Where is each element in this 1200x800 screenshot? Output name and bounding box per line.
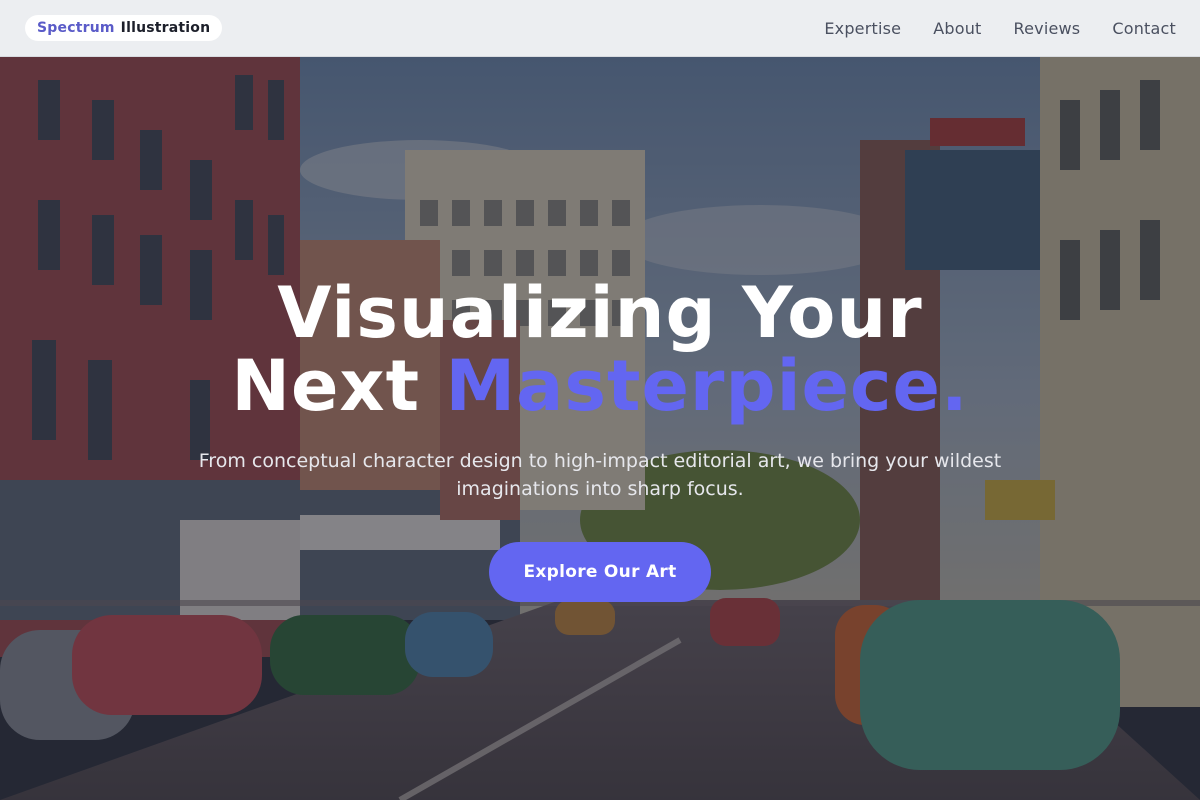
hero-headline-accent: Masterpiece. bbox=[445, 345, 969, 427]
hero-subtitle: From conceptual character design to high… bbox=[198, 450, 1002, 500]
explore-art-button[interactable]: Explore Our Art bbox=[489, 542, 711, 602]
hero-headline-plain: Next bbox=[231, 345, 421, 427]
nav-link-about[interactable]: About bbox=[933, 19, 981, 38]
nav-link-expertise[interactable]: Expertise bbox=[824, 19, 901, 38]
top-navbar: Spectrum Illustration Expertise About Re… bbox=[0, 0, 1200, 57]
nav-links: Expertise About Reviews Contact bbox=[824, 19, 1176, 38]
brand-name-part1: Spectrum bbox=[37, 20, 115, 36]
hero-content: Visualizing Your Next Masterpiece. From … bbox=[0, 0, 1200, 800]
hero-headline-line2: Next Masterpiece. bbox=[0, 350, 1200, 422]
nav-link-contact[interactable]: Contact bbox=[1112, 19, 1176, 38]
hero-headline-line1: Visualizing Your bbox=[277, 272, 923, 354]
nav-link-reviews[interactable]: Reviews bbox=[1014, 19, 1081, 38]
brand-name-part2: Illustration bbox=[120, 20, 211, 36]
brand-logo-link[interactable]: Spectrum Illustration bbox=[25, 15, 223, 41]
